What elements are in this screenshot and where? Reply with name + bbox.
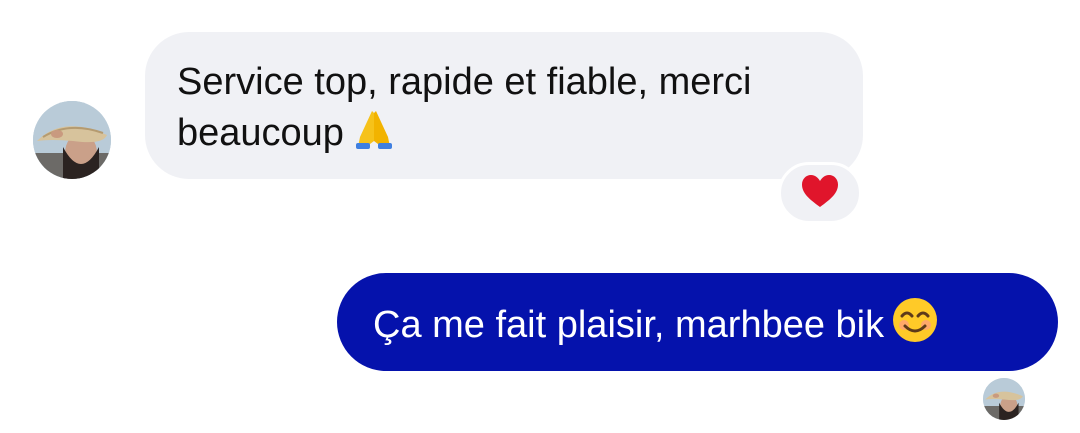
incoming-message-text: Service top, rapide et fiable, merci bea… (177, 61, 752, 154)
reaction-badge[interactable] (778, 162, 862, 224)
contact-avatar[interactable] (33, 101, 111, 179)
contact-avatar-photo (33, 101, 111, 179)
read-receipt-avatar-photo (983, 378, 1025, 420)
folded-hands-icon (352, 107, 396, 151)
red-heart-icon (801, 174, 839, 213)
read-receipt-avatar (983, 378, 1025, 420)
incoming-message-bubble[interactable]: Service top, rapide et fiable, merci bea… (145, 32, 863, 179)
outgoing-message-bubble[interactable]: Ça me fait plaisir, marhbee bik (337, 273, 1058, 371)
smiling-face-icon (892, 297, 938, 343)
chat-thread: Service top, rapide et fiable, merci bea… (0, 0, 1080, 433)
outgoing-message-text: Ça me fait plaisir, marhbee bik (373, 304, 885, 346)
